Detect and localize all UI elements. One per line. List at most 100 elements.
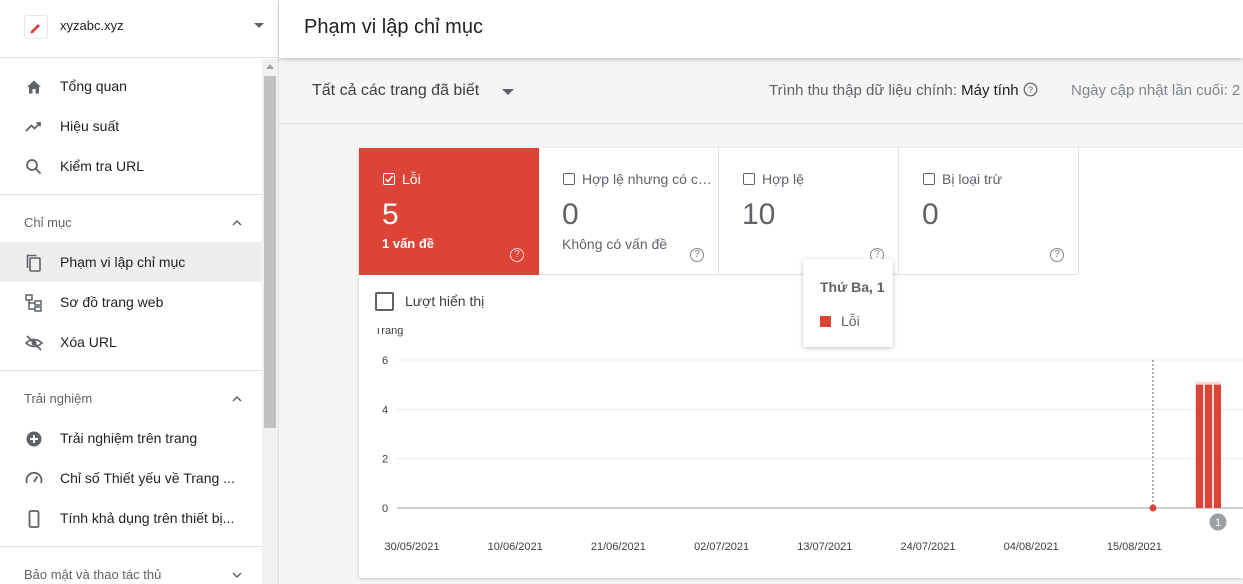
- divider: [0, 194, 262, 195]
- tile-checkbox[interactable]: [383, 173, 395, 185]
- tile-label: Hợp lệ: [762, 171, 804, 187]
- y-tick-label: 4: [382, 404, 388, 416]
- chart-bar: [1214, 384, 1221, 508]
- x-tick-label: 04/08/2021: [1004, 541, 1059, 553]
- sidebar: xyzabc.xyz Tổng quan Hiệu suất Kiểm tra …: [0, 0, 279, 584]
- property-selector[interactable]: xyzabc.xyz: [0, 0, 278, 58]
- sidebar-item-core-web-vitals[interactable]: Chỉ số Thiết yếu về Trang ...: [0, 458, 262, 498]
- tile-subtitle: Không có vấn đề: [562, 236, 668, 252]
- tile-excluded[interactable]: Bị loại trừ 0 ?: [899, 148, 1079, 275]
- scroll-up-arrow-icon[interactable]: [266, 64, 274, 69]
- divider: [0, 370, 262, 371]
- sidebar-item-label: Trải nghiệm trên trang: [60, 430, 198, 446]
- tooltip-series-label: Lỗi: [841, 313, 860, 329]
- tile-value: 5: [382, 198, 399, 231]
- sidebar-item-coverage[interactable]: Phạm vi lập chỉ mục: [0, 242, 262, 282]
- y-tick-label: 0: [382, 503, 388, 515]
- sidebar-item-removals[interactable]: Xóa URL: [0, 322, 262, 362]
- section-header-experience: Trải nghiệm: [24, 391, 93, 406]
- sitemap-icon: [25, 294, 42, 312]
- tile-label: Hợp lệ nhưng có cảnh báo: [582, 171, 712, 187]
- chevron-down-icon[interactable]: [502, 89, 514, 95]
- chart-bar: [1196, 384, 1203, 508]
- crawler-value: Máy tính: [961, 82, 1019, 99]
- coverage-card: Lỗi 5 1 vấn đề ? Hợp lệ nhưng có cảnh bá…: [359, 148, 1243, 578]
- help-icon[interactable]: ?: [1050, 248, 1064, 262]
- sidebar-scrollbar-thumb[interactable]: [264, 76, 276, 428]
- help-icon[interactable]: ?: [510, 248, 524, 262]
- tile-subtitle: 1 vấn đề: [382, 236, 435, 251]
- primary-crawler: Trình thu thập dữ liệu chính: Máy tính ?: [769, 82, 1038, 99]
- tile-label: Bị loại trừ: [942, 171, 1002, 187]
- y-tick-label: 6: [382, 355, 388, 367]
- y-tick-label: 2: [382, 454, 388, 466]
- impressions-label: Lượt hiển thị: [405, 293, 485, 309]
- property-icon: [24, 15, 48, 39]
- page-title: Phạm vi lập chỉ mục: [304, 16, 483, 38]
- sidebar-item-label: Phạm vi lập chỉ mục: [60, 254, 186, 270]
- chart-bar: [1205, 384, 1212, 508]
- sidebar-item-mobile-usability[interactable]: Tính khả dụng trên thiết bị...: [0, 498, 262, 538]
- home-icon: [27, 80, 41, 94]
- gauge-icon: [25, 471, 43, 484]
- chevron-down-icon: [254, 23, 264, 28]
- impressions-checkbox[interactable]: [375, 292, 394, 311]
- section-header-security: Bảo mật và thao tác thủ: [24, 567, 162, 582]
- page-experience-icon: [26, 431, 42, 447]
- trending-up-icon: [25, 122, 41, 132]
- sidebar-item-label: Chỉ số Thiết yếu về Trang ...: [60, 470, 235, 486]
- annotation-label: 1: [1215, 517, 1221, 529]
- help-icon[interactable]: ?: [1023, 82, 1038, 97]
- x-tick-label: 24/07/2021: [900, 541, 955, 553]
- property-name: xyzabc.xyz: [60, 18, 124, 33]
- tile-valid[interactable]: Hợp lệ 10 ?: [719, 148, 899, 275]
- sidebar-item-label: Xóa URL: [60, 334, 117, 350]
- section-header-index: Chỉ mục: [24, 215, 72, 230]
- sidebar-item-label: Tính khả dụng trên thiết bị...: [60, 510, 235, 526]
- y-axis-label: Trang: [375, 328, 403, 337]
- page-header: Phạm vi lập chỉ mục: [279, 0, 1243, 58]
- eye-off-icon: [24, 335, 44, 351]
- x-tick-label: 10/06/2021: [488, 541, 543, 553]
- divider: [0, 546, 262, 547]
- x-tick-label: 13/07/2021: [797, 541, 852, 553]
- tile-label: Lỗi: [402, 171, 421, 187]
- sidebar-item-label: Hiệu suất: [60, 118, 120, 134]
- sidebar-item-performance[interactable]: Hiệu suất: [0, 106, 262, 146]
- x-tick-label: 02/07/2021: [694, 541, 749, 553]
- crawler-label: Trình thu thập dữ liệu chính:: [769, 82, 957, 99]
- mobile-icon: [28, 510, 40, 528]
- svg-text:?: ?: [1028, 85, 1033, 95]
- chevron-down-icon[interactable]: [230, 568, 244, 582]
- tile-valid-with-warnings[interactable]: Hợp lệ nhưng có cảnh báo 0 Không có vấn …: [539, 148, 719, 275]
- check-icon: [384, 175, 394, 183]
- sidebar-item-label: Sơ đồ trang web: [60, 294, 164, 310]
- sidebar-item-label: Kiểm tra URL: [60, 158, 145, 174]
- tile-checkbox[interactable]: [563, 173, 575, 185]
- pages-filter-select[interactable]: Tất cả các trang đã biết: [312, 82, 479, 100]
- chart-tooltip: Thứ Ba, 1 Lỗi: [803, 259, 893, 347]
- sidebar-item-page-experience[interactable]: Trải nghiệm trên trang: [0, 418, 262, 458]
- legend-swatch: [820, 316, 831, 327]
- coverage-icon: [26, 254, 41, 272]
- tooltip-date: Thứ Ba, 1: [820, 279, 885, 295]
- tile-error[interactable]: Lỗi 5 1 vấn đề ?: [359, 148, 539, 275]
- tile-value: 0: [922, 198, 939, 231]
- x-tick-label: 21/06/2021: [591, 541, 646, 553]
- coverage-chart: Trang 0 2 4 6 30/05/2021 10/06/2021 21/06/2021 0…: [375, 328, 1243, 553]
- tile-checkbox[interactable]: [743, 173, 755, 185]
- tile-value: 10: [742, 198, 776, 231]
- search-icon: [26, 159, 42, 175]
- chevron-up-icon[interactable]: [230, 216, 244, 230]
- sidebar-item-label: Tổng quan: [60, 78, 127, 94]
- last-updated: Ngày cập nhật lần cuối: 2: [1071, 82, 1241, 99]
- tile-checkbox[interactable]: [923, 173, 935, 185]
- help-icon[interactable]: ?: [690, 248, 704, 262]
- sidebar-item-url-inspection[interactable]: Kiểm tra URL: [0, 146, 262, 186]
- chevron-up-icon[interactable]: [230, 392, 244, 406]
- x-tick-label: 15/08/2021: [1107, 541, 1162, 553]
- tile-value: 0: [562, 198, 579, 231]
- sidebar-item-sitemaps[interactable]: Sơ đồ trang web: [0, 282, 262, 322]
- x-tick-label: 30/05/2021: [384, 541, 439, 553]
- sidebar-item-overview[interactable]: Tổng quan: [0, 66, 262, 106]
